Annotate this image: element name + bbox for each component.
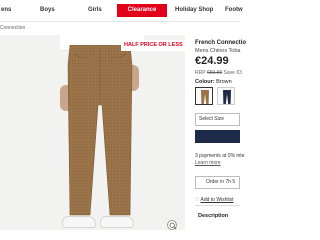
rrp-prefix: RRP: [195, 70, 207, 76]
breadcrumb[interactable]: Connection: [0, 25, 25, 31]
swatch-navy[interactable]: [217, 87, 235, 105]
payments-info: 3 payments at 0% inte Learn more: [195, 153, 244, 166]
model-shoe-right: [100, 216, 134, 228]
save-amount: Save €3: [223, 70, 242, 76]
add-to-bag-button[interactable]: [195, 130, 240, 143]
product-brand: French Connectio: [195, 40, 247, 46]
product-price: €24.99: [195, 55, 229, 67]
rrp-line: RRP €59.99 Save €3: [195, 70, 242, 76]
swatch-brown-image: [201, 90, 209, 104]
top-nav: ens Boys Girls Clearance Holiday Shop Fo…: [0, 0, 243, 22]
divider: [195, 205, 240, 206]
product-image[interactable]: [0, 35, 185, 230]
heart-icon: ♡: [195, 197, 200, 203]
colour-value: Brown: [216, 79, 232, 85]
size-select[interactable]: Select Size: [195, 113, 240, 126]
swatch-brown[interactable]: [195, 87, 213, 105]
add-to-wishlist-link[interactable]: ♡Add to Wishlist: [195, 197, 234, 203]
payments-text: 3 payments at 0% inte: [195, 153, 245, 159]
colour-line: Colour: Brown: [195, 79, 232, 85]
nav-item-boys[interactable]: Boys: [40, 7, 55, 13]
rrp-was-price: €59.99: [206, 70, 223, 76]
chinos-illustration: [67, 45, 133, 216]
promo-badge: HALF PRICE OR LESS: [121, 40, 186, 51]
learn-more-link[interactable]: Learn more: [195, 160, 244, 167]
zoom-icon[interactable]: [167, 220, 177, 230]
nav-item-footwear[interactable]: Footw: [225, 7, 243, 13]
description-heading[interactable]: Description: [198, 213, 228, 219]
product-subtitle: Mens Chinos Toba: [195, 48, 241, 54]
delivery-countdown: Order in 7h 5: [195, 176, 240, 189]
swatch-navy-image: [223, 90, 231, 104]
model-shoe-left: [62, 216, 96, 228]
colour-label: Colour:: [195, 79, 215, 85]
nav-item-holiday-shop[interactable]: Holiday Shop: [175, 7, 213, 13]
product-details-panel: French Connectio Mens Chinos Toba €24.99…: [195, 35, 246, 240]
nav-item-clearance[interactable]: Clearance: [117, 4, 167, 17]
wishlist-label: Add to Wishlist: [200, 197, 234, 203]
nav-item-mens[interactable]: ens: [1, 7, 11, 13]
nav-item-girls[interactable]: Girls: [88, 7, 102, 13]
